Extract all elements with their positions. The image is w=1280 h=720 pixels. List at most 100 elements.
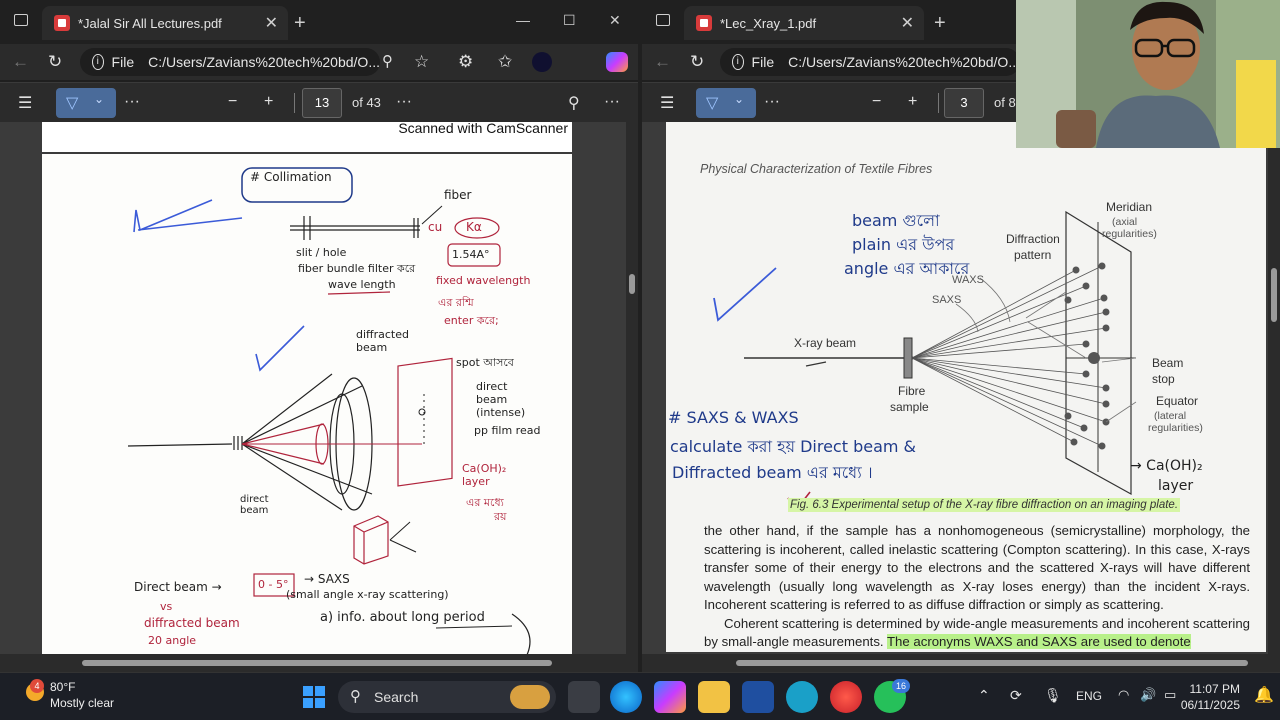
new-tab-icon[interactable]: + [934, 12, 946, 35]
edge-browser-icon[interactable] [610, 681, 642, 713]
microphone-icon[interactable]: 🎙 [1044, 687, 1062, 704]
copilot-taskbar-icon[interactable] [654, 681, 686, 713]
pdf-page-textbook: Physical Characterization of Textile Fib… [666, 122, 1266, 652]
minimize-icon[interactable]: — [516, 12, 530, 28]
battery-icon[interactable]: ▭ [1164, 687, 1176, 703]
clock[interactable]: 11:07 PM 06/11/2025 [1181, 681, 1240, 713]
contents-menu-icon[interactable]: ☰ [660, 93, 674, 113]
horizontal-scrollbar[interactable] [0, 654, 638, 672]
wifi-icon[interactable]: ◠ [1118, 687, 1129, 703]
site-info-icon[interactable]: i [92, 54, 104, 70]
new-tab-icon[interactable]: + [294, 12, 306, 35]
weather-widget[interactable]: 80°F Mostly clear [50, 679, 114, 711]
horizontal-scrollbar[interactable] [642, 654, 1280, 672]
label-diffraction: Diffraction [1006, 232, 1060, 246]
app-s-icon[interactable] [742, 681, 774, 713]
whatsapp-badge: 16 [892, 679, 910, 693]
pdf-file-icon [54, 15, 70, 31]
refresh-icon[interactable]: ↻ [690, 52, 704, 72]
close-tab-icon[interactable]: ✕ [901, 13, 914, 33]
vertical-scrollbar[interactable] [1268, 122, 1280, 654]
highlighted-text: The acronyms WAXS and SAXS are used to d… [887, 634, 1191, 649]
note-diffracted: Diffracted beam এর মধ্যে । [672, 463, 873, 482]
notification-bell-icon[interactable]: 🔔 [1254, 685, 1274, 705]
volume-icon[interactable]: 🔊 [1140, 687, 1156, 703]
vertical-scroll-thumb[interactable] [1271, 268, 1277, 322]
zoom-icon[interactable]: ⚲ [382, 52, 393, 70]
chrome-icon[interactable] [830, 681, 862, 713]
app-search-icon[interactable] [786, 681, 818, 713]
note-range: 0 - 5° [258, 578, 289, 591]
url-prefix: File [751, 54, 775, 70]
note-diffracted-beam: diffracted beam [356, 328, 409, 354]
zoom-in-icon[interactable]: + [908, 93, 917, 111]
start-button[interactable] [298, 681, 330, 713]
settings-more-icon[interactable]: ··· [604, 93, 620, 111]
pdf-viewer[interactable]: Scanned with CamScanner # Collimation fi… [0, 122, 638, 672]
close-tab-icon[interactable]: ✕ [265, 13, 278, 33]
horizontal-scroll-thumb[interactable] [736, 660, 1248, 666]
note-fixed-line3: enter করে; [444, 314, 499, 327]
webcam-overlay [1016, 0, 1280, 148]
extensions-icon[interactable]: ⚙ [458, 52, 473, 72]
note-fixed-wavelength: fixed wavelength [436, 274, 531, 287]
close-window-icon[interactable]: ✕ [609, 12, 621, 29]
note-angle: 20 angle [148, 634, 197, 647]
task-view-icon[interactable] [568, 681, 600, 713]
label-fibre: Fibre [898, 384, 926, 398]
label-equator-lateral: (lateral [1154, 410, 1187, 422]
highlight-button[interactable]: ▽ ⌄ [56, 88, 116, 118]
tab-lec-xray[interactable]: *Lec_Xray_1.pdf ✕ [684, 6, 924, 40]
back-icon[interactable]: ← [654, 52, 671, 72]
sync-icon[interactable]: ⟳ [1010, 687, 1022, 704]
page-number-input[interactable]: 3 [944, 88, 984, 118]
toolbar-divider [294, 93, 295, 113]
find-icon[interactable]: ⚲ [568, 93, 580, 113]
site-info-icon[interactable]: i [732, 54, 744, 70]
taskbar-search[interactable]: ⚲ Search [338, 681, 556, 713]
label-sample: sample [890, 400, 929, 414]
vertical-scroll-thumb[interactable] [629, 274, 635, 294]
language-indicator[interactable]: ENG [1076, 689, 1102, 703]
note-diffracted-row: diffracted beam [144, 616, 240, 630]
highlight-button[interactable]: ▽ ⌄ [696, 88, 756, 118]
favorite-star-icon[interactable]: ☆ [414, 52, 429, 72]
favorites-icon[interactable]: ✩ [498, 52, 512, 72]
profile-avatar[interactable] [532, 52, 552, 72]
more-tools-icon[interactable]: ··· [764, 93, 780, 111]
file-explorer-icon[interactable] [698, 681, 730, 713]
tab-jalal-sir-lectures[interactable]: *Jalal Sir All Lectures.pdf ✕ [42, 6, 288, 40]
note-saxs: → SAXS [304, 572, 350, 586]
label-equator: Equator [1156, 394, 1199, 408]
note-pp-film: pp film read [474, 424, 541, 437]
zoom-out-icon[interactable]: − [228, 93, 237, 111]
tab-actions-icon[interactable] [14, 14, 28, 26]
show-hidden-icons-icon[interactable]: ⌃ [978, 687, 990, 704]
back-icon[interactable]: ← [12, 52, 29, 72]
url-field[interactable]: i File C:/Users/Zavians%20tech%20bd/O... [80, 48, 380, 76]
more-tools-icon[interactable]: ··· [124, 93, 140, 111]
zoom-out-icon[interactable]: − [872, 93, 881, 111]
note-fixed-line2: এর রশ্মি [438, 296, 474, 309]
copilot-icon[interactable] [606, 52, 628, 72]
maximize-icon[interactable]: ☐ [563, 12, 576, 29]
vertical-scrollbar[interactable] [626, 122, 638, 654]
more-options-icon[interactable]: ··· [396, 93, 412, 111]
zoom-in-icon[interactable]: + [264, 93, 273, 111]
contents-menu-icon[interactable]: ☰ [18, 93, 32, 113]
note-beam-gulo: beam গুলো [852, 211, 940, 230]
highlight-icon: ▽ [66, 95, 79, 112]
label-meridian-axial: (axial [1112, 216, 1138, 228]
tab-actions-icon[interactable] [656, 14, 670, 26]
label-equator-regularities: regularities) [1148, 422, 1203, 434]
date: 06/11/2025 [1180, 698, 1240, 712]
pdf-viewer[interactable]: Physical Characterization of Textile Fib… [642, 122, 1280, 672]
note-plain: plain এর উপর [852, 235, 955, 254]
page-number-input[interactable]: 13 [302, 88, 342, 118]
diffraction-spots [1064, 262, 1110, 450]
refresh-icon[interactable]: ↻ [48, 52, 62, 72]
note-spot: spot আসবে [456, 356, 514, 369]
url-field[interactable]: i File C:/Users/Zavians%20tech%20bd/O... [720, 48, 1020, 76]
paragraph-scattering: the other hand, if the sample has a nonh… [704, 523, 1250, 612]
horizontal-scroll-thumb[interactable] [82, 660, 552, 666]
